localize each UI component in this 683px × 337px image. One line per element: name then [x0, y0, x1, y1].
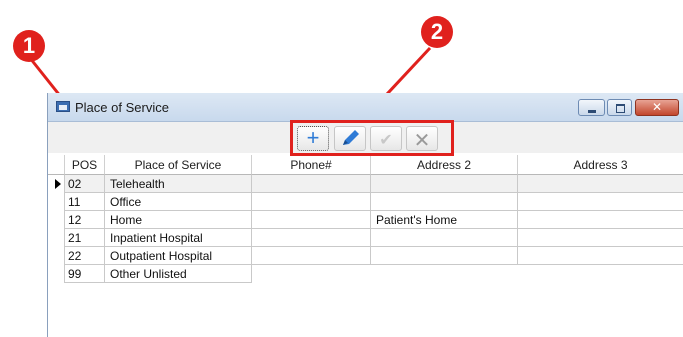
cell-address-2[interactable]: [371, 175, 518, 193]
cell-address-3[interactable]: [518, 193, 683, 211]
column-header-address-3[interactable]: Address 3: [518, 155, 683, 175]
column-header-address-2[interactable]: Address 2: [371, 155, 518, 175]
close-button[interactable]: ✕: [635, 99, 679, 116]
cell-place-of-service[interactable]: Inpatient Hospital: [105, 229, 252, 247]
cell-place-of-service[interactable]: Outpatient Hospital: [105, 247, 252, 265]
cell-place-of-service[interactable]: Telehealth: [105, 175, 252, 193]
cell-address-3[interactable]: [518, 265, 683, 283]
cell-pos[interactable]: 21: [65, 229, 105, 247]
cell-address-2[interactable]: [371, 193, 518, 211]
cell-address-2[interactable]: [371, 265, 518, 283]
cell-phone[interactable]: [252, 211, 371, 229]
cell-address-3[interactable]: [518, 247, 683, 265]
callout-2-badge: 2: [421, 16, 453, 48]
cell-pos[interactable]: 11: [65, 193, 105, 211]
callout-1-badge: 1: [13, 30, 45, 62]
maximize-button[interactable]: [607, 99, 632, 116]
column-header-place-of-service[interactable]: Place of Service: [105, 155, 252, 175]
row-selector-header: [48, 155, 65, 175]
cell-address-2[interactable]: [371, 229, 518, 247]
app-window-icon: [56, 101, 70, 112]
row-selector[interactable]: [48, 229, 65, 247]
cell-address-3[interactable]: [518, 229, 683, 247]
cell-place-of-service[interactable]: Home: [105, 211, 252, 229]
minimize-button[interactable]: [578, 99, 605, 116]
row-selector[interactable]: [48, 247, 65, 265]
cell-place-of-service[interactable]: Other Unlisted: [105, 265, 252, 283]
cell-pos[interactable]: 99: [65, 265, 105, 283]
cell-phone[interactable]: [252, 265, 371, 283]
cell-phone[interactable]: [252, 193, 371, 211]
column-header-phone[interactable]: Phone#: [252, 155, 371, 175]
cell-address-2[interactable]: Patient's Home: [371, 211, 518, 229]
row-selector[interactable]: [48, 193, 65, 211]
column-header-pos[interactable]: POS: [65, 155, 105, 175]
cell-pos[interactable]: 02: [65, 175, 105, 193]
row-selector[interactable]: [48, 265, 65, 283]
cell-address-2[interactable]: [371, 247, 518, 265]
window-title: Place of Service: [75, 100, 169, 115]
cell-address-3[interactable]: [518, 211, 683, 229]
cell-pos[interactable]: 22: [65, 247, 105, 265]
cell-place-of-service[interactable]: Office: [105, 193, 252, 211]
cell-pos[interactable]: 12: [65, 211, 105, 229]
cell-phone[interactable]: [252, 229, 371, 247]
title-bar[interactable]: Place of Service ✕: [48, 93, 683, 122]
row-selector[interactable]: [48, 211, 65, 229]
cell-phone[interactable]: [252, 175, 371, 193]
row-selector[interactable]: [48, 175, 65, 193]
toolbar-highlight-box: [290, 120, 454, 156]
current-row-icon: [55, 179, 61, 189]
close-icon: ✕: [651, 100, 663, 114]
cell-address-3[interactable]: [518, 175, 683, 193]
cell-phone[interactable]: [252, 247, 371, 265]
